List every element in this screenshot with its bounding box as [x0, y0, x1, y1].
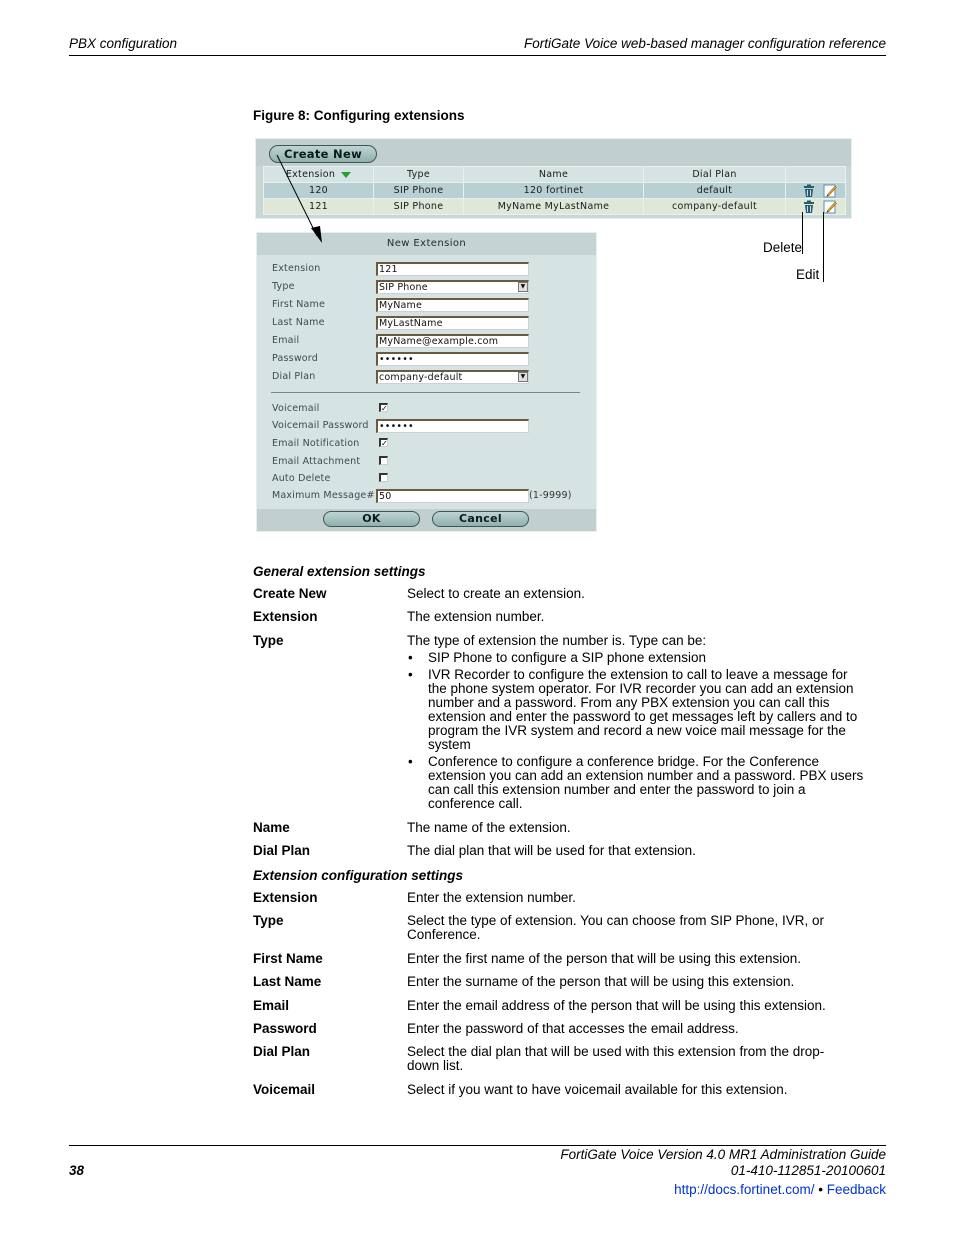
auto-delete-checkbox[interactable]	[379, 473, 388, 482]
edit-icon[interactable]	[823, 184, 837, 198]
type-bullet-list: SIP Phone to configure a SIP phone exten…	[407, 651, 867, 811]
definition: The dial plan that will be used for that…	[407, 843, 696, 858]
first-name-input[interactable]: MyName	[376, 298, 529, 312]
cell-actions	[785, 182, 846, 199]
cell-type: SIP Phone	[373, 198, 464, 215]
definition: The extension number.	[407, 609, 545, 624]
delete-icon[interactable]	[802, 200, 816, 214]
bullet-item: SIP Phone to configure a SIP phone exten…	[407, 651, 867, 666]
definition: Select to create an extension.	[407, 586, 585, 601]
definition: Enter the first name of the person that …	[407, 951, 801, 966]
bullet-item: IVR Recorder to configure the extension …	[407, 668, 867, 752]
delete-icon[interactable]	[802, 184, 816, 198]
column-header-actions	[785, 166, 846, 183]
maximum-message-input[interactable]: 50	[376, 489, 529, 503]
running-header: PBX configuration FortiGate Voice web-ba…	[69, 35, 886, 56]
cell-type: SIP Phone	[373, 182, 464, 199]
general-settings-heading: General extension settings	[253, 564, 426, 579]
table-header-row: Extension Type Name Dial Plan	[263, 166, 846, 183]
cell-extension: 121	[263, 198, 374, 215]
table-row: 120 SIP Phone 120 fortinet default	[263, 182, 846, 199]
cell-dial-plan: default	[643, 182, 786, 199]
term: Type	[253, 913, 284, 928]
term: Dial Plan	[253, 843, 311, 858]
term: Last Name	[253, 974, 322, 989]
last-name-input[interactable]: MyLastName	[376, 316, 529, 330]
page-footer: 38 FortiGate Voice Version 4.0 MR1 Admin…	[69, 1145, 886, 1197]
definition: Select the type of extension. You can ch…	[407, 913, 825, 942]
divider	[271, 392, 580, 393]
email-attachment-checkbox[interactable]	[379, 456, 388, 465]
chapter-title: PBX configuration	[69, 36, 178, 51]
definition: Enter the password of that accesses the …	[407, 1021, 739, 1036]
term: First Name	[253, 951, 323, 966]
column-header-dial-plan[interactable]: Dial Plan	[643, 166, 786, 183]
dial-plan-select[interactable]: company-default ▼	[376, 370, 529, 384]
extension-table: Extension Type Name Dial Plan 120 SIP Ph…	[263, 166, 846, 215]
cell-name: 120 fortinet	[463, 182, 644, 199]
column-header-extension[interactable]: Extension	[263, 166, 374, 183]
definition: The name of the extension.	[407, 820, 571, 835]
term: Extension	[253, 890, 318, 905]
term: Name	[253, 820, 290, 835]
docs-link[interactable]: http://docs.fortinet.com/	[674, 1182, 814, 1197]
term: Dial Plan	[253, 1044, 311, 1059]
guide-title: FortiGate Voice Version 4.0 MR1 Administ…	[560, 1147, 886, 1162]
term: Email	[253, 998, 290, 1013]
document-number: 01-410-112851-20100601	[730, 1163, 886, 1178]
dropdown-arrow-icon[interactable]: ▼	[518, 282, 528, 292]
type-select[interactable]: SIP Phone ▼	[376, 280, 529, 294]
voicemail-checkbox[interactable]: ✓	[379, 403, 388, 413]
extension-input[interactable]: 121	[376, 262, 529, 276]
config-settings-heading: Extension configuration settings	[253, 868, 464, 883]
cell-extension: 120	[263, 182, 374, 199]
term: Create New	[253, 586, 327, 601]
create-new-button[interactable]: Create New	[269, 145, 377, 163]
bullet-item: Conference to configure a conference bri…	[407, 755, 867, 811]
section-title: FortiGate Voice web-based manager config…	[524, 36, 886, 51]
email-input[interactable]: MyName@example.com	[376, 334, 529, 348]
password-input[interactable]: ••••••	[376, 352, 529, 366]
cell-actions	[785, 198, 846, 215]
definition: Select the dial plan that will be used w…	[407, 1044, 825, 1073]
term: Voicemail	[253, 1082, 316, 1097]
term: Password	[253, 1021, 317, 1036]
email-notification-checkbox[interactable]: ✓	[379, 438, 388, 448]
sort-descending-icon	[341, 171, 352, 178]
edit-icon[interactable]	[823, 200, 837, 214]
range-hint: (1-9999)	[529, 490, 572, 501]
dialog-title: New Extension	[257, 233, 596, 255]
definition: The type of extension the number is. Typ…	[407, 634, 867, 811]
page-number: 38	[69, 1163, 85, 1178]
definition: Enter the email address of the person th…	[407, 998, 826, 1013]
table-row: 121 SIP Phone MyName MyLastName company-…	[263, 198, 846, 215]
new-extension-dialog: New Extension Extension 121 Type SIP Pho…	[256, 232, 597, 532]
delete-callout: Delete	[763, 240, 803, 255]
extension-list-panel: Create New Extension Type Name Dial Plan…	[255, 138, 852, 219]
feedback-link[interactable]: Feedback	[827, 1182, 886, 1197]
figure-caption: Figure 8: Configuring extensions	[253, 108, 465, 123]
edit-callout: Edit	[796, 267, 820, 282]
footer-links: http://docs.fortinet.com/ • Feedback	[674, 1182, 886, 1197]
term: Type	[253, 633, 284, 648]
dropdown-arrow-icon[interactable]: ▼	[518, 372, 528, 382]
cell-dial-plan: company-default	[643, 198, 786, 215]
term: Extension	[253, 609, 318, 624]
definition: Enter the surname of the person that wil…	[407, 974, 795, 989]
cell-name: MyName MyLastName	[463, 198, 644, 215]
dialog-button-bar	[257, 509, 596, 531]
column-header-name[interactable]: Name	[463, 166, 644, 183]
voicemail-password-input[interactable]: ••••••	[376, 419, 529, 433]
edit-callout-line	[823, 212, 824, 282]
link-separator: •	[814, 1182, 827, 1197]
column-header-type[interactable]: Type	[373, 166, 464, 183]
definition: Enter the extension number.	[407, 890, 576, 905]
cancel-button[interactable]: Cancel	[432, 511, 529, 527]
ok-button[interactable]: OK	[323, 511, 420, 527]
delete-callout-line	[802, 212, 803, 254]
field-maximum-message: Maximum Message# 50 (1-9999)	[272, 489, 572, 503]
definition: Select if you want to have voicemail ava…	[407, 1082, 788, 1097]
